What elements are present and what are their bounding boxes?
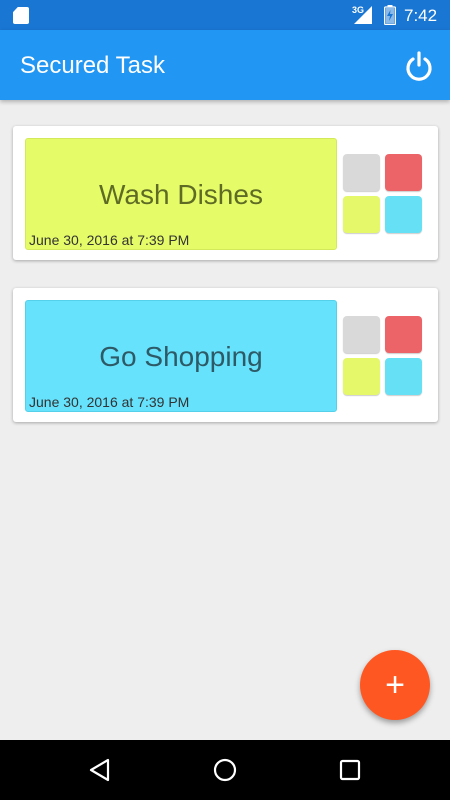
network-type-label: 3G bbox=[352, 5, 365, 15]
power-icon[interactable] bbox=[403, 50, 435, 82]
task-date: June 30, 2016 at 7:39 PM bbox=[29, 394, 190, 410]
status-bar: 3G 7:42 bbox=[0, 0, 450, 30]
color-swatch-cyan[interactable] bbox=[385, 358, 422, 395]
navigation-bar bbox=[0, 740, 450, 800]
recents-icon[interactable] bbox=[336, 756, 364, 784]
task-panel[interactable]: Wash Dishes June 30, 2016 at 7:39 PM bbox=[25, 138, 337, 250]
task-panel[interactable]: Go Shopping June 30, 2016 at 7:39 PM bbox=[25, 300, 337, 412]
color-swatch-cyan[interactable] bbox=[385, 196, 422, 233]
task-title: Wash Dishes bbox=[99, 179, 263, 210]
sd-card-icon bbox=[13, 7, 29, 24]
battery-icon bbox=[384, 5, 396, 25]
status-clock: 7:42 bbox=[404, 6, 438, 25]
task-card: Go Shopping June 30, 2016 at 7:39 PM bbox=[13, 288, 438, 422]
color-swatch-red[interactable] bbox=[385, 316, 422, 353]
app-bar: Secured Task bbox=[0, 30, 450, 100]
home-icon[interactable] bbox=[211, 756, 239, 784]
back-icon[interactable] bbox=[86, 756, 114, 784]
color-swatch-lime[interactable] bbox=[343, 196, 380, 233]
color-swatch-lime[interactable] bbox=[343, 358, 380, 395]
color-swatch-gray[interactable] bbox=[343, 316, 380, 353]
app-title: Secured Task bbox=[20, 52, 165, 79]
color-swatch-gray[interactable] bbox=[343, 154, 380, 191]
add-task-button[interactable]: + bbox=[360, 650, 430, 720]
task-title: Go Shopping bbox=[99, 341, 263, 372]
color-swatch-red[interactable] bbox=[385, 154, 422, 191]
task-date: June 30, 2016 at 7:39 PM bbox=[29, 232, 190, 248]
task-card: Wash Dishes June 30, 2016 at 7:39 PM bbox=[13, 126, 438, 260]
plus-icon: + bbox=[385, 665, 405, 704]
